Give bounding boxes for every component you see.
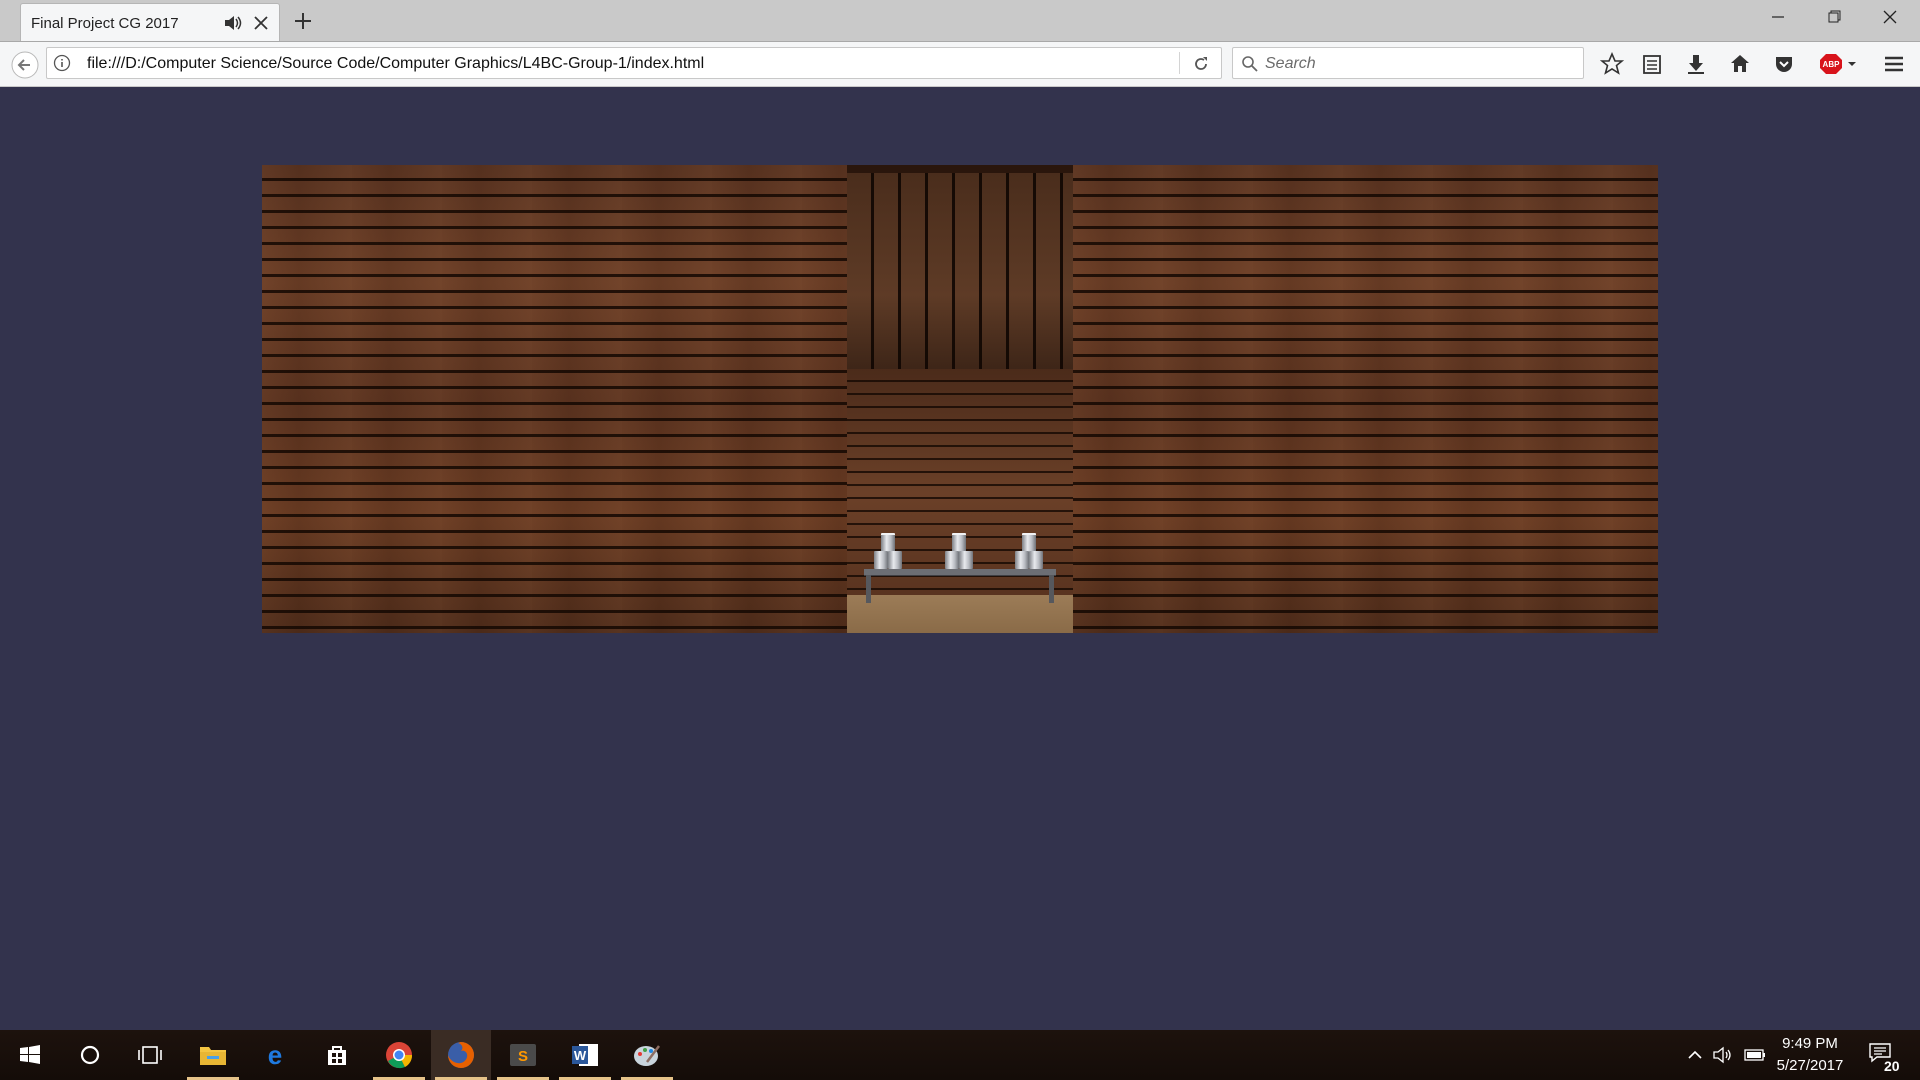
can[interactable] bbox=[888, 551, 902, 569]
volume-icon[interactable] bbox=[1712, 1045, 1734, 1065]
svg-text:S: S bbox=[518, 1048, 528, 1065]
download-icon[interactable] bbox=[1680, 48, 1712, 80]
clock-time[interactable]: 9:49 PM bbox=[1770, 1035, 1850, 1052]
table-top bbox=[864, 569, 1056, 576]
webgl-canvas[interactable] bbox=[262, 165, 1658, 633]
sublime-text-icon[interactable]: S bbox=[493, 1030, 553, 1080]
page-content bbox=[0, 87, 1920, 1030]
tab-title: Final Project CG 2017 bbox=[31, 15, 179, 32]
url-divider bbox=[1179, 52, 1180, 74]
url-text[interactable]: file:///D:/Computer Science/Source Code/… bbox=[87, 55, 704, 73]
search-bar[interactable] bbox=[1232, 47, 1584, 79]
can[interactable] bbox=[881, 533, 895, 553]
notification-count: 20 bbox=[1884, 1058, 1900, 1074]
firefox-icon[interactable] bbox=[431, 1030, 491, 1080]
can[interactable] bbox=[874, 551, 888, 569]
booth-floor bbox=[847, 595, 1073, 633]
file-explorer-icon[interactable] bbox=[183, 1030, 243, 1080]
menu-icon[interactable] bbox=[1878, 48, 1910, 80]
paint-icon[interactable] bbox=[617, 1030, 677, 1080]
chrome-icon[interactable] bbox=[369, 1030, 429, 1080]
start-button[interactable] bbox=[0, 1030, 60, 1080]
pocket-icon[interactable] bbox=[1768, 48, 1800, 80]
can[interactable] bbox=[1029, 551, 1043, 569]
clock-date[interactable]: 5/27/2017 bbox=[1770, 1057, 1850, 1074]
table-leg bbox=[1049, 575, 1054, 603]
left-wood-wall bbox=[262, 165, 847, 633]
svg-text:W: W bbox=[574, 1048, 587, 1063]
can[interactable] bbox=[959, 551, 973, 569]
shooting-booth bbox=[847, 165, 1073, 633]
minimize-button[interactable] bbox=[1750, 0, 1806, 36]
chevron-up-icon[interactable] bbox=[1684, 1045, 1706, 1065]
can[interactable] bbox=[945, 551, 959, 569]
back-button[interactable] bbox=[10, 50, 40, 80]
can[interactable] bbox=[952, 533, 966, 553]
store-icon[interactable] bbox=[307, 1030, 367, 1080]
address-bar[interactable]: file:///D:/Computer Science/Source Code/… bbox=[46, 47, 1222, 79]
close-tab-icon[interactable] bbox=[251, 13, 271, 33]
task-view-icon[interactable] bbox=[120, 1030, 180, 1080]
tab-strip: Final Project CG 2017 bbox=[0, 0, 1920, 42]
reload-icon[interactable] bbox=[1191, 54, 1211, 74]
restore-button[interactable] bbox=[1806, 0, 1862, 36]
info-icon[interactable] bbox=[53, 54, 71, 72]
home-icon[interactable] bbox=[1724, 48, 1756, 80]
speaker-icon[interactable] bbox=[223, 14, 243, 32]
adblock-plus-icon[interactable]: ABP bbox=[1816, 48, 1860, 80]
reading-list-icon[interactable] bbox=[1636, 48, 1668, 80]
can[interactable] bbox=[1015, 551, 1029, 569]
search-input[interactable] bbox=[1263, 51, 1567, 77]
right-wood-wall bbox=[1073, 165, 1658, 633]
close-window-button[interactable] bbox=[1862, 0, 1918, 36]
navigation-bar: file:///D:/Computer Science/Source Code/… bbox=[0, 42, 1920, 87]
taskbar: e S W 9:49 PM 5/27/2017 20 bbox=[0, 1030, 1920, 1080]
edge-icon[interactable]: e bbox=[245, 1030, 305, 1080]
svg-text:e: e bbox=[268, 1042, 282, 1068]
browser-tab[interactable]: Final Project CG 2017 bbox=[20, 3, 280, 41]
adblock-label: ABP bbox=[1823, 60, 1841, 69]
word-icon[interactable]: W bbox=[555, 1030, 615, 1080]
new-tab-button[interactable] bbox=[290, 8, 316, 34]
cortana-icon[interactable] bbox=[60, 1030, 120, 1080]
search-icon bbox=[1241, 55, 1259, 73]
table-leg bbox=[866, 575, 871, 603]
bookmark-star-icon[interactable] bbox=[1596, 48, 1628, 80]
can[interactable] bbox=[1022, 533, 1036, 553]
booth-ceiling bbox=[847, 165, 1073, 377]
battery-icon[interactable] bbox=[1744, 1045, 1766, 1065]
